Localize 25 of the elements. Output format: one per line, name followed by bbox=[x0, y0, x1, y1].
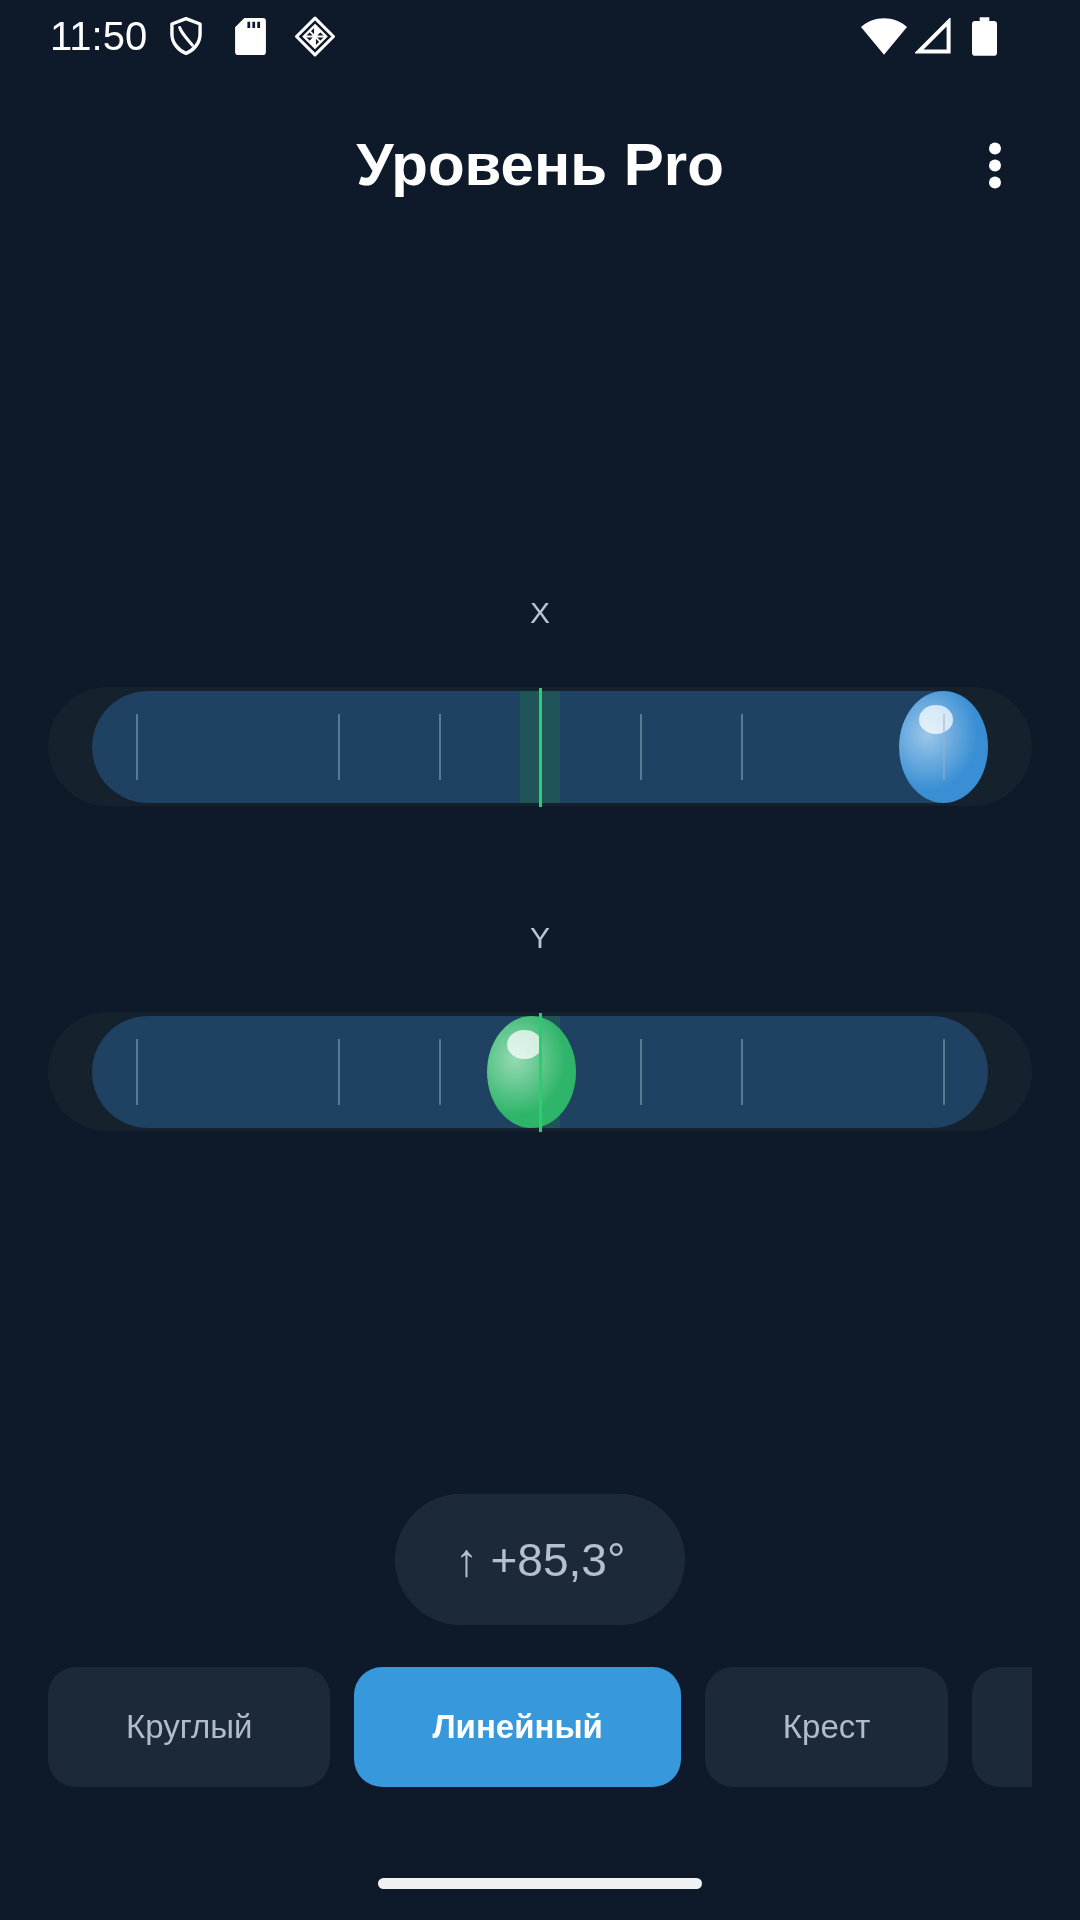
axis-label: X bbox=[530, 595, 550, 631]
diamond-icon bbox=[294, 15, 337, 57]
app-title: Уровень Pro bbox=[356, 130, 724, 200]
axis-label: Y bbox=[530, 920, 550, 956]
scale-tick bbox=[439, 1038, 441, 1105]
mode-tab[interactable]: Круглый bbox=[48, 1667, 331, 1787]
scale-tick bbox=[943, 713, 945, 780]
sd-card-icon bbox=[235, 17, 267, 55]
shield-icon bbox=[169, 17, 204, 55]
scale-tick bbox=[136, 1038, 138, 1105]
wifi-icon bbox=[861, 17, 907, 55]
scale-tick bbox=[136, 713, 138, 780]
scale-tick bbox=[741, 1038, 743, 1105]
angle-readout: ↑ +85,3° bbox=[395, 1494, 685, 1625]
scale-tick bbox=[640, 1038, 642, 1105]
mode-tab[interactable]: Крест bbox=[704, 1667, 949, 1787]
status-time: 11:50 bbox=[50, 16, 148, 56]
scale-tick bbox=[943, 1038, 945, 1105]
battery-icon bbox=[972, 16, 997, 56]
scale-tick bbox=[439, 713, 441, 780]
scale-tick bbox=[640, 713, 642, 780]
scale-tick bbox=[338, 1038, 340, 1105]
scale-tick bbox=[741, 713, 743, 780]
scale-tick bbox=[338, 713, 340, 780]
signal-icon bbox=[915, 17, 952, 55]
